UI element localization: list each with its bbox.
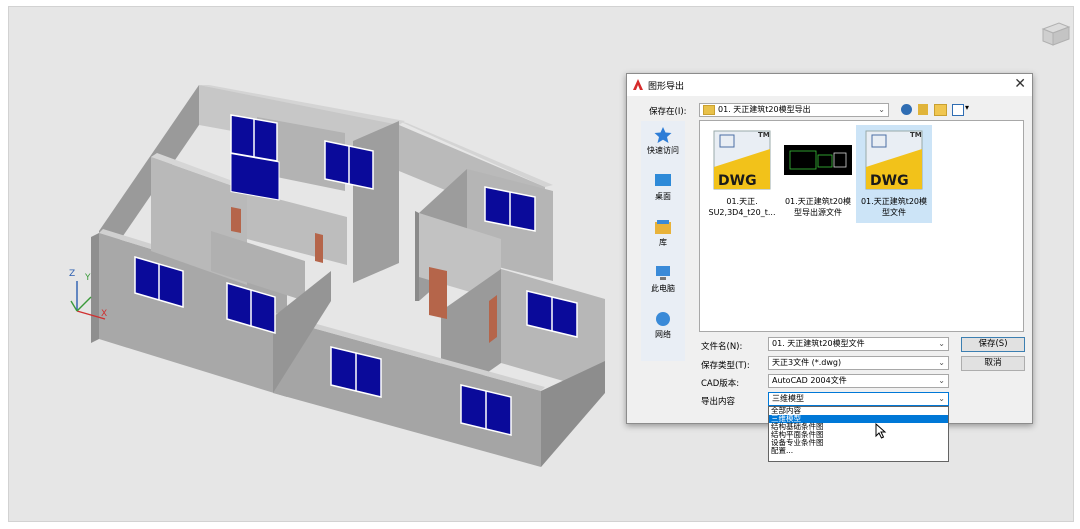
file-name: 01.天正建筑t20模 (784, 197, 852, 206)
library-icon (655, 220, 671, 234)
dropdown-option[interactable]: 设备专业条件图 (769, 439, 948, 447)
viewcube-icon[interactable] (1039, 15, 1073, 55)
dropdown-option[interactable]: 配置... (769, 447, 948, 455)
mouse-pointer-icon (875, 423, 887, 439)
file-item[interactable]: 01.天正建筑t20模 型导出源文件 (780, 125, 856, 223)
place-this-pc[interactable]: 此电脑 (641, 265, 685, 294)
cad-version-label: CAD版本: (701, 379, 740, 389)
file-item-selected[interactable]: DWG TM 01.天正建筑t20模 型文件 (856, 125, 932, 223)
view-menu-chevron-icon[interactable]: ▾ (965, 103, 969, 112)
export-content-label: 导出内容 (701, 397, 736, 407)
new-folder-icon[interactable] (934, 104, 947, 116)
place-desktop[interactable]: 桌面 (641, 173, 685, 202)
desktop-icon (655, 174, 671, 186)
filename-input[interactable]: 01. 天正建筑t20模型文件 ⌄ (768, 337, 949, 351)
ucs-x-label: X (101, 309, 108, 319)
autocad-app-icon (633, 79, 643, 90)
dwg-file-icon: DWG TM (713, 130, 771, 190)
close-icon[interactable]: ✕ (1014, 76, 1026, 92)
dwg-thumbnail-icon (784, 145, 852, 175)
export-dialog: 图形导出 ✕ 保存在(I): 01. 天正建筑t20模型导出 ⌄ ▾ 快速访问 … (626, 73, 1033, 462)
file-item[interactable]: DWG TM 01.天正. SU2,3D4_t20_t... (704, 125, 780, 223)
file-name: 01.天正建筑t20模 (860, 197, 928, 206)
place-network[interactable]: 网络 (641, 311, 685, 340)
filetype-select[interactable]: 天正3文件 (*.dwg) ⌄ (768, 356, 949, 370)
dwg-file-icon: DWG TM (865, 130, 923, 190)
chevron-down-icon: ⌄ (938, 376, 945, 385)
back-icon[interactable] (901, 104, 912, 115)
export-content-select[interactable]: 三维模型 ⌄ (768, 392, 949, 406)
chevron-down-icon: ⌄ (938, 394, 945, 403)
file-name: SU2,3D4_t20_t... (708, 208, 776, 217)
chevron-down-icon: ⌄ (938, 358, 945, 367)
dialog-title: 图形导出 (648, 82, 685, 92)
places-bar: 快速访问 桌面 库 此电脑 网络 (641, 121, 685, 361)
svg-text:DWG: DWG (870, 173, 909, 189)
place-quick-access[interactable]: 快速访问 (641, 127, 685, 156)
view-menu-icon[interactable] (952, 104, 964, 116)
svg-text:DWG: DWG (718, 173, 757, 189)
cad-version-value: AutoCAD 2004文件 (772, 376, 847, 385)
svg-text:TM: TM (758, 131, 770, 139)
filetype-label: 保存类型(T): (701, 361, 750, 371)
file-name: 01.天正. (726, 197, 758, 206)
svg-text:TM: TM (910, 131, 922, 139)
save-in-label: 保存在(I): (649, 107, 687, 117)
chevron-down-icon: ⌄ (938, 339, 945, 348)
save-in-value: 01. 天正建筑t20模型导出 (718, 105, 811, 114)
filename-label: 文件名(N): (701, 342, 743, 352)
file-name: 型导出源文件 (794, 208, 842, 217)
dialog-titlebar[interactable]: 图形导出 ✕ (627, 74, 1032, 96)
ucs-y-label: Y (85, 273, 91, 283)
folder-icon (703, 104, 715, 115)
file-list[interactable]: DWG TM 01.天正. SU2,3D4_t20_t... 01.天正建筑t2… (699, 120, 1024, 332)
save-in-combo[interactable]: 01. 天正建筑t20模型导出 ⌄ (699, 103, 889, 117)
computer-icon (656, 266, 670, 280)
star-icon (654, 127, 672, 143)
file-name: 型文件 (882, 208, 906, 217)
ucs-z-label: Z (69, 269, 76, 279)
filename-value: 01. 天正建筑t20模型文件 (772, 339, 865, 348)
export-content-value: 三维模型 (772, 394, 804, 403)
save-button[interactable]: 保存(S) (961, 337, 1025, 352)
up-folder-icon[interactable] (918, 104, 928, 115)
place-library[interactable]: 库 (641, 219, 685, 248)
export-content-dropdown[interactable]: 全部内容 三维模型 结构基础条件图 结构平面条件图 设备专业条件图 配置... (768, 406, 949, 462)
chevron-down-icon: ⌄ (878, 105, 885, 114)
cancel-button[interactable]: 取消 (961, 356, 1025, 371)
filetype-value: 天正3文件 (*.dwg) (772, 358, 842, 367)
cad-version-select[interactable]: AutoCAD 2004文件 ⌄ (768, 374, 949, 388)
network-icon (656, 312, 670, 326)
